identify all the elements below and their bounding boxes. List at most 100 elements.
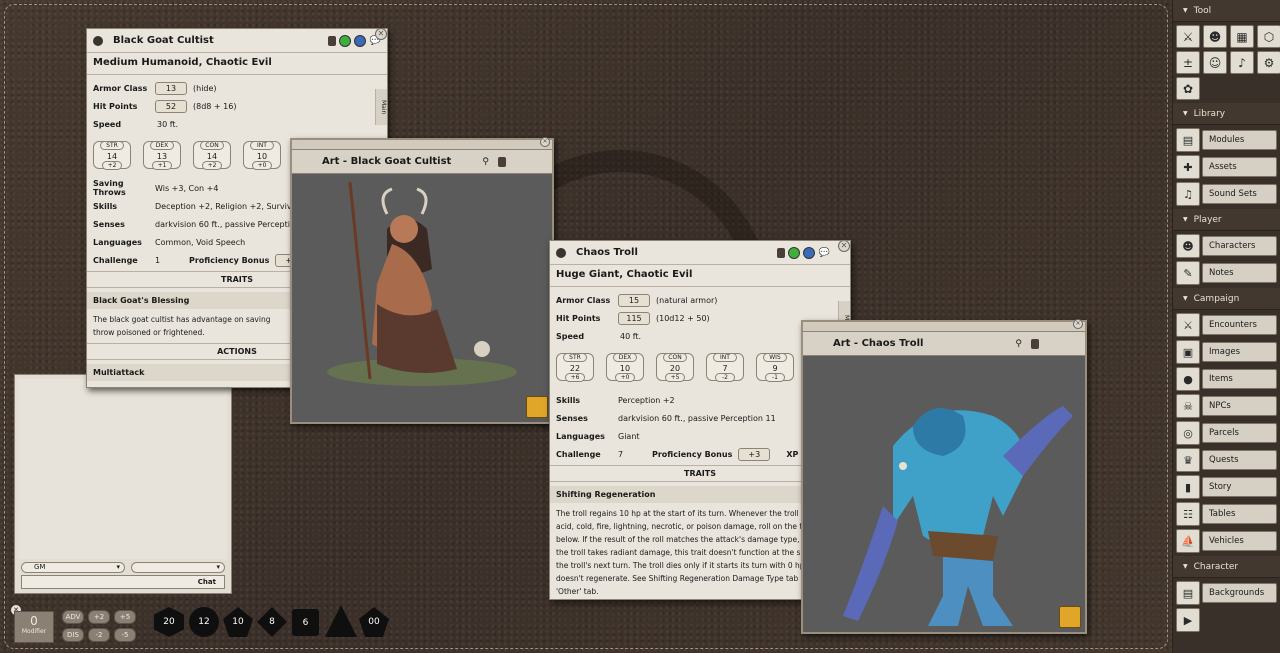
sidebar-header-tool[interactable]: Tool — [1173, 0, 1280, 22]
ability-name: INT — [713, 353, 737, 362]
adv-button[interactable]: ADV — [62, 610, 84, 624]
share-icon[interactable]: ⚲ — [482, 157, 489, 167]
portrait-button[interactable] — [526, 396, 548, 418]
close-icon[interactable]: ✕ — [375, 28, 387, 40]
proficiency-value[interactable]: +3 — [738, 447, 771, 461]
cultist-art-title-bar[interactable]: Art - Black Goat Cultist ⚲ — [292, 150, 552, 174]
armor-class-row: Armor Class 15 (natural armor) — [550, 291, 850, 309]
sidebar-item-tables[interactable]: ☷ Tables — [1176, 502, 1277, 526]
sidebar-item-label: Parcels — [1202, 423, 1277, 443]
sidebar-item-modules[interactable]: ▤ Modules — [1176, 128, 1277, 152]
sidebar-item-sound-sets[interactable]: ♫ Sound Sets — [1176, 182, 1277, 206]
sidebar-item-encounters[interactable]: ⚔ Encounters — [1176, 313, 1277, 337]
ship-icon: ⛵ — [1176, 529, 1200, 553]
skills-label: Skills — [93, 201, 118, 211]
chat-log[interactable] — [19, 379, 227, 559]
lock-icon[interactable] — [1031, 338, 1039, 349]
sidebar-header-character[interactable]: Character — [1173, 556, 1280, 578]
plus-five-button[interactable]: +5 — [114, 610, 136, 624]
share-icon[interactable]: ⚲ — [1015, 339, 1022, 349]
gear-icon[interactable]: ⚙ — [1257, 51, 1280, 74]
dis-button[interactable]: DIS — [62, 628, 84, 642]
armor-class-value[interactable]: 15 — [618, 293, 650, 307]
sidebar-item-characters[interactable]: ☻ Characters — [1176, 234, 1277, 258]
calendar-icon[interactable]: ▦ — [1230, 25, 1254, 48]
chat-send-button[interactable]: Chat — [198, 578, 216, 586]
close-icon[interactable]: ✕ — [838, 241, 850, 252]
effects-icon[interactable]: ☺ — [1203, 51, 1227, 74]
d12-die[interactable]: 12 — [189, 607, 219, 637]
hit-points-label: Hit Points — [93, 101, 138, 111]
troll-art-title-bar[interactable]: Art - Chaos Troll ⚲ — [803, 332, 1085, 356]
close-icon[interactable]: ✕ — [540, 137, 550, 147]
d6-die[interactable]: 6 — [292, 609, 319, 636]
tab-main[interactable]: Main — [375, 89, 387, 125]
hit-points-value[interactable]: 52 — [155, 99, 187, 113]
armor-class-value[interactable]: 13 — [155, 81, 187, 95]
token-icon[interactable] — [353, 34, 366, 47]
dice-icon[interactable]: ⬡ — [1257, 25, 1280, 48]
close-icon[interactable]: ✕ — [1073, 319, 1083, 329]
sidebar-item-vehicles[interactable]: ⛵ Vehicles — [1176, 529, 1277, 553]
modifiers-icon[interactable]: ± — [1176, 51, 1200, 74]
ability-int[interactable]: INT 7 -2 — [706, 353, 744, 382]
sidebar-more[interactable]: ▶ — [1176, 608, 1277, 632]
ability-value: 20 — [669, 364, 681, 373]
ability-mod: +1 — [152, 161, 172, 170]
lock-icon[interactable] — [776, 247, 785, 258]
id-icon[interactable] — [338, 34, 351, 47]
ability-con[interactable]: CON 20 +5 — [656, 353, 694, 382]
sidebar-item-parcels[interactable]: ◎ Parcels — [1176, 421, 1277, 445]
ability-wis[interactable]: WIS 9 -1 — [756, 353, 794, 382]
portrait-button[interactable] — [1059, 606, 1081, 628]
plus-two-button[interactable]: +2 — [88, 610, 110, 624]
id-icon[interactable] — [787, 246, 800, 259]
sidebar-item-label: Items — [1202, 369, 1277, 389]
token-icon[interactable] — [802, 246, 815, 259]
sidebar-item-assets[interactable]: ✚ Assets — [1176, 155, 1277, 179]
ability-dex[interactable]: DEX 13 +1 — [143, 141, 181, 170]
sidebar: Tool ⚔ ☻ ▦ ⬡ ± ☺ ♪ ⚙ ✿ Library ▤Modules … — [1172, 0, 1280, 653]
lock-icon[interactable] — [498, 156, 506, 167]
troll-illustration — [843, 406, 1073, 626]
ability-str[interactable]: STR 14 +2 — [93, 141, 131, 170]
hit-points-value[interactable]: 115 — [618, 311, 650, 325]
sidebar-header-player[interactable]: Player — [1173, 209, 1280, 231]
chat-identity-select[interactable]: GM ▾ — [21, 562, 125, 573]
sidebar-item-npcs[interactable]: ☠ NPCs — [1176, 394, 1277, 418]
speed-value: 40 ft. — [620, 331, 642, 341]
sidebar-item-images[interactable]: ▣ Images — [1176, 340, 1277, 364]
ability-dex[interactable]: DEX 10 +0 — [606, 353, 644, 382]
sidebar-item-story[interactable]: ▮ Story — [1176, 475, 1277, 499]
ability-int[interactable]: INT 10 +0 — [243, 141, 281, 170]
sidebar-item-backgrounds[interactable]: ▤ Backgrounds — [1176, 581, 1277, 605]
xp-label: XP — [786, 449, 799, 459]
cultist-title-bar[interactable]: Black Goat Cultist 💬 — [87, 29, 387, 53]
ability-str[interactable]: STR 22 +6 — [556, 353, 594, 382]
sidebar-item-quests[interactable]: ♛ Quests — [1176, 448, 1277, 472]
troll-title-bar[interactable]: Chaos Troll 💬 — [550, 241, 850, 265]
sidebar-header-campaign[interactable]: Campaign — [1173, 288, 1280, 310]
chat-bubble-icon[interactable]: 💬 — [819, 248, 830, 258]
cultist-art-image[interactable] — [292, 174, 552, 422]
chat-input[interactable]: Chat — [21, 575, 225, 589]
ability-con[interactable]: CON 14 +2 — [193, 141, 231, 170]
troll-art-image[interactable] — [803, 356, 1085, 632]
combat-tracker-icon[interactable]: ⚔ — [1176, 25, 1200, 48]
ability-name: STR — [563, 353, 587, 362]
sidebar-item-notes[interactable]: ✎ Notes — [1176, 261, 1277, 285]
party-sheet-icon[interactable]: ☻ — [1203, 25, 1227, 48]
sidebar-header-library[interactable]: Library — [1173, 103, 1280, 125]
sound-icon[interactable]: ♪ — [1230, 51, 1254, 74]
skills-label: Skills — [556, 395, 581, 405]
modifier-box[interactable]: 0 Modifier — [14, 611, 54, 643]
lock-icon[interactable] — [327, 35, 336, 46]
extensions-icon[interactable]: ✿ — [1176, 77, 1200, 100]
speed-label: Speed — [93, 119, 122, 129]
hit-points-label: Hit Points — [556, 313, 601, 323]
chat-language-select[interactable]: ▾ — [131, 562, 225, 573]
minus-two-button[interactable]: -2 — [88, 628, 110, 642]
ability-mod: +5 — [665, 373, 685, 382]
minus-five-button[interactable]: -5 — [114, 628, 136, 642]
sidebar-item-items[interactable]: ● Items — [1176, 367, 1277, 391]
